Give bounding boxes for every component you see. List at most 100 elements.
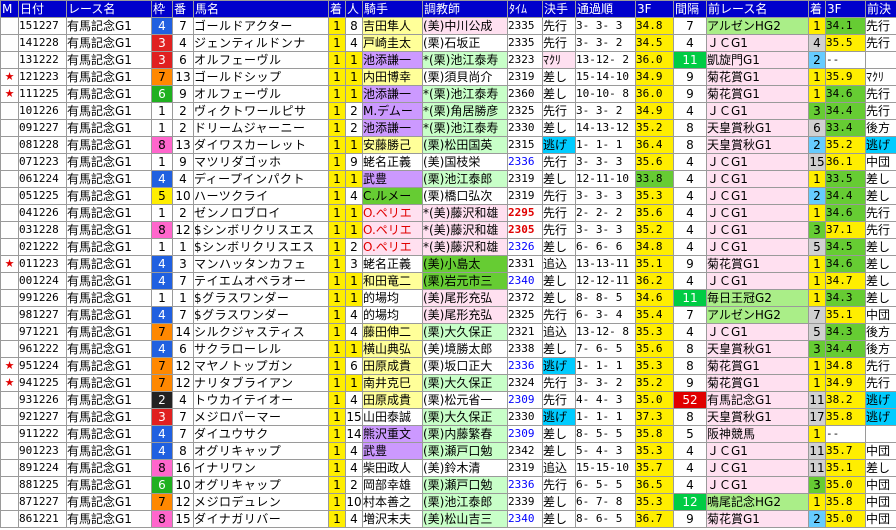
table-row[interactable]: 921227 有馬記念G1 3 7 メジロパーマー 1 15 山田泰誠 (栗)大久保正 2330 逃… (0, 408, 896, 426)
mark-cell (0, 136, 19, 154)
col-header-date[interactable]: 日付 (18, 0, 67, 18)
col-header-horse[interactable]: 馬名 (193, 0, 329, 18)
pop-cell: 15 (345, 408, 363, 426)
col-header-time[interactable]: ﾀｲﾑ (507, 0, 543, 18)
prev-chaku-cell: 1 (808, 85, 826, 103)
col-header-chaku[interactable]: 着 (328, 0, 346, 18)
table-row[interactable]: ★ 951224 有馬記念G1 7 12 マヤノトップガン 1 6 田原成貴 (栗)坂口正大 233… (0, 357, 896, 375)
col-header-mark[interactable]: M (0, 0, 19, 18)
pass-cell: 3- 3- 3 (575, 17, 636, 35)
time-cell: 2315 (507, 136, 543, 154)
gap-cell: 4 (673, 102, 707, 120)
prev-race-cell: ＪＣG1 (706, 204, 809, 222)
col-header-ban[interactable]: 番 (172, 0, 194, 18)
horse-cell: ヴィクトワールピサ (193, 102, 329, 120)
kimete-cell: 差し (542, 442, 576, 460)
table-row[interactable]: 141228 有馬記念G1 3 4 ジェンティルドンナ 1 4 戸崎圭太 (栗)石坂正 2335 先… (0, 34, 896, 52)
table-row[interactable]: 911222 有馬記念G1 4 7 ダイユウサク 1 14 熊沢重文 (栗)内藤繁春 2309 差し… (0, 425, 896, 443)
race-cell: 有馬記念G1 (66, 119, 152, 137)
prev-race-cell: ＪＣG1 (706, 323, 809, 341)
gap-cell: 9 (673, 510, 707, 528)
last3f-cell: 35.3 (635, 357, 674, 375)
table-row[interactable]: 931226 有馬記念G1 2 4 トウカイテイオー 1 4 田原成貴 (栗)松元省一 2309 先… (0, 391, 896, 409)
table-row[interactable]: 001224 有馬記念G1 4 7 テイエムオペラオー 1 1 和田竜二 (栗)岩元市三 2340… (0, 272, 896, 290)
race-cell: 有馬記念G1 (66, 442, 152, 460)
col-header-last3f[interactable]: 3F (635, 0, 674, 18)
col-header-race[interactable]: レース名 (66, 0, 152, 18)
pop-cell: 4 (345, 323, 363, 341)
waku-cell: 2 (151, 391, 173, 409)
header-row: M 日付 レース名枠番馬名着人騎手 調教師 ﾀｲﾑ 決手 通過順 3F 間隔 前レース名着 3F 前決 (0, 0, 896, 18)
ban-cell: 10 (172, 187, 194, 205)
col-header-jockey[interactable]: 騎手 (362, 0, 423, 18)
table-row[interactable]: 891224 有馬記念G1 8 16 イナリワン 1 4 柴田政人 (美)鈴木清 2319 追込 15… (0, 459, 896, 477)
chaku-cell: 1 (328, 306, 346, 324)
date-cell: 941225 (18, 374, 67, 392)
table-row[interactable]: 901223 有馬記念G1 4 8 オグリキャップ 1 4 武豊 (栗)瀬戸口勉 2342 差し 5-… (0, 442, 896, 460)
waku-cell: 1 (151, 119, 173, 137)
last3f-cell: 35.8 (635, 425, 674, 443)
table-row[interactable]: 071223 有馬記念G1 1 9 マツリダゴッホ 1 9 蛯名正義 (美)国枝栄 2336 先行 3… (0, 153, 896, 171)
prev-race-cell: 菊花賞G1 (706, 85, 809, 103)
ban-cell: 15 (172, 510, 194, 528)
col-header-pass[interactable]: 通過順 (575, 0, 636, 18)
jockey-cell: 安藤勝己 (362, 136, 423, 154)
table-row[interactable]: 051225 有馬記念G1 5 10 ハーツクライ 1 4 C.ルメー (栗)橋口弘次 2319 先… (0, 187, 896, 205)
table-row[interactable]: 151227 有馬記念G1 4 7 ゴールドアクター 1 8 吉田隼人 (美)中川公成 2335 先… (0, 17, 896, 35)
horse-cell: シルクジャスティス (193, 323, 329, 341)
col-header-prev-3f[interactable]: 3F (825, 0, 866, 18)
prev-race-cell: 阪神競馬 (706, 425, 809, 443)
prev-kimete-cell: 先行 (865, 17, 896, 35)
col-header-waku[interactable]: 枠 (151, 0, 173, 18)
chaku-cell: 1 (328, 85, 346, 103)
col-header-prev-chaku[interactable]: 着 (808, 0, 826, 18)
table-row[interactable]: 961222 有馬記念G1 4 6 サクラローレル 1 1 横山典弘 (美)境勝太郎 2338 差し… (0, 340, 896, 358)
prev-race-cell: ＪＣG1 (706, 153, 809, 171)
table-row[interactable]: 871227 有馬記念G1 7 12 メジロデュレン 1 10 村本善之 (栗)池江泰郎 2339… (0, 493, 896, 511)
waku-cell: 8 (151, 136, 173, 154)
table-row[interactable]: 971221 有馬記念G1 7 14 シルクジャスティス 1 4 藤田伸二 (栗)大久保正 232… (0, 323, 896, 341)
table-row[interactable]: 021222 有馬記念G1 1 1 $シンボリクリスエス 1 2 O.ペリエ *(美)藤沢和雄 2… (0, 238, 896, 256)
table-row[interactable]: 981227 有馬記念G1 4 7 $グラスワンダー 1 4 的場均 (美)尾形充弘 2325 先行… (0, 306, 896, 324)
table-row[interactable]: 101226 有馬記念G1 1 2 ヴィクトワールピサ 1 2 M.デムー *(栗)角居勝彦 23… (0, 102, 896, 120)
jockey-cell: O.ペリエ (362, 204, 423, 222)
date-cell: 041226 (18, 204, 67, 222)
horse-cell: ゼンノロブロイ (193, 204, 329, 222)
table-row[interactable]: ★ 941225 有馬記念G1 7 12 ナリタブライアン 1 1 南井克巳 (栗)大久保正 232… (0, 374, 896, 392)
date-cell: 891224 (18, 459, 67, 477)
col-header-prev-race[interactable]: 前レース名 (706, 0, 809, 18)
col-header-trainer[interactable]: 調教師 (422, 0, 508, 18)
col-header-pop[interactable]: 人 (345, 0, 363, 18)
last3f-cell: 36.0 (635, 85, 674, 103)
gap-cell: 8 (673, 357, 707, 375)
date-cell: 871227 (18, 493, 67, 511)
mark-cell (0, 238, 19, 256)
col-header-kimete[interactable]: 決手 (542, 0, 576, 18)
prev-3f-cell: 35.1 (825, 306, 866, 324)
gap-cell: 4 (673, 153, 707, 171)
table-row[interactable]: ★ 121223 有馬記念G1 7 13 ゴールドシップ 1 1 内田博幸 (栗)須貝尚介 2319… (0, 68, 896, 86)
race-cell: 有馬記念G1 (66, 170, 152, 188)
table-row[interactable]: 131222 有馬記念G1 3 6 オルフェーヴル 1 1 池添謙一 *(栗)池江泰寿 2323 ﾏ… (0, 51, 896, 69)
chaku-cell: 1 (328, 408, 346, 426)
table-row[interactable]: 061224 有馬記念G1 4 4 ディープインパクト 1 1 武豊 (栗)池江泰郎 2319 差し… (0, 170, 896, 188)
table-row[interactable]: 861221 有馬記念G1 8 15 ダイナガリバー 1 4 増沢末夫 (美)松山吉三 2340 差… (0, 510, 896, 528)
chaku-cell: 1 (328, 272, 346, 290)
table-row[interactable]: 881225 有馬記念G1 6 10 オグリキャップ 1 2 岡部幸雄 (栗)瀬戸口勉 2336 先… (0, 476, 896, 494)
table-row[interactable]: 991226 有馬記念G1 1 1 $グラスワンダー 1 1 的場均 (美)尾形充弘 2372 差し… (0, 289, 896, 307)
kimete-cell: 逃げ (542, 136, 576, 154)
last3f-cell: 35.3 (635, 323, 674, 341)
table-row[interactable]: 041226 有馬記念G1 1 2 ゼンノロブロイ 1 1 O.ペリエ *(美)藤沢和雄 2295… (0, 204, 896, 222)
race-cell: 有馬記念G1 (66, 51, 152, 69)
table-row[interactable]: 081228 有馬記念G1 8 13 ダイワスカーレット 1 1 安藤勝己 (栗)松田国英 231… (0, 136, 896, 154)
table-row[interactable]: 031228 有馬記念G1 8 12 $シンボリクリスエス 1 1 O.ペリエ *(美)藤沢和雄… (0, 221, 896, 239)
col-header-gap[interactable]: 間隔 (673, 0, 707, 18)
date-cell: 051225 (18, 187, 67, 205)
table-row[interactable]: ★ 011223 有馬記念G1 4 3 マンハッタンカフェ 1 3 蛯名正義 (美)小島太 2331… (0, 255, 896, 273)
col-header-prev-kimete[interactable]: 前決 (865, 0, 896, 18)
trainer-cell: (栗)大久保正 (422, 323, 508, 341)
table-row[interactable]: 091227 有馬記念G1 1 2 ドリームジャーニー 1 2 池添謙一 *(栗)池江泰寿 233… (0, 119, 896, 137)
waku-cell: 6 (151, 85, 173, 103)
table-row[interactable]: ★ 111225 有馬記念G1 6 9 オルフェーヴル 1 1 池添謙一 *(栗)池江泰寿 2360… (0, 85, 896, 103)
race-cell: 有馬記念G1 (66, 323, 152, 341)
